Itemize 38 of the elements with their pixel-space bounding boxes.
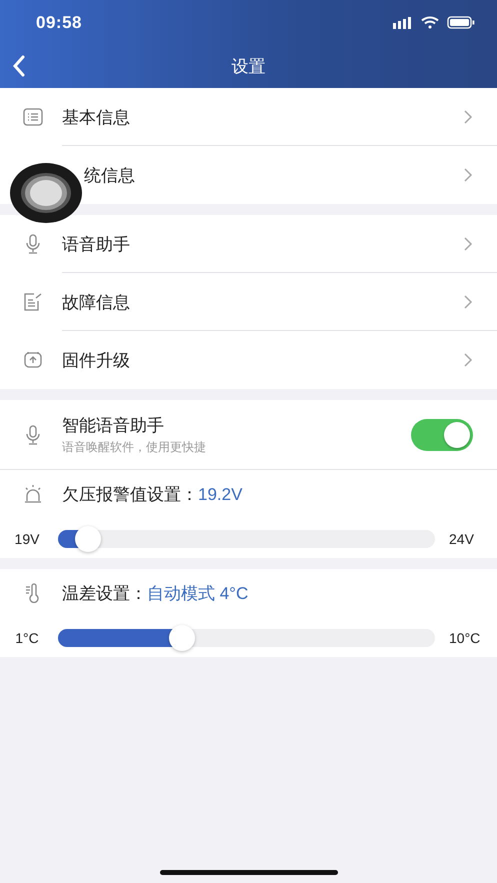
chevron-icon bbox=[463, 109, 473, 125]
list-icon bbox=[23, 108, 43, 126]
row-label: 智能语音助手 bbox=[62, 414, 165, 436]
alarm-icon bbox=[24, 484, 42, 504]
wifi-icon bbox=[421, 16, 439, 29]
chevron-icon bbox=[463, 236, 473, 252]
row-label: 故障信息 bbox=[62, 292, 131, 314]
chevron-icon bbox=[463, 352, 473, 368]
microphone-icon bbox=[25, 424, 41, 444]
battery-icon bbox=[447, 16, 475, 29]
upload-icon bbox=[23, 351, 43, 369]
slider-thumb[interactable] bbox=[75, 526, 102, 552]
slider-max-label: 10°C bbox=[449, 630, 482, 646]
slider-max-label: 24V bbox=[449, 531, 475, 547]
slider-thumb[interactable] bbox=[169, 625, 196, 651]
setting-label: 欠压报警值设置：19.2V bbox=[62, 484, 244, 506]
row-label: 基本信息 bbox=[62, 106, 131, 128]
chevron-icon bbox=[463, 294, 473, 310]
toggle-switch[interactable] bbox=[411, 418, 473, 450]
microphone-icon bbox=[25, 234, 41, 254]
setting-label: 温差设置：自动模式 4°C bbox=[62, 582, 250, 604]
settings-row[interactable]: 故障信息 bbox=[0, 273, 497, 331]
settings-row[interactable]: 语音助手 bbox=[0, 215, 497, 273]
slider-min-label: 19V bbox=[14, 531, 40, 547]
settings-row[interactable]: 基本信息 bbox=[0, 88, 497, 146]
settings-row[interactable]: 固件升级 bbox=[0, 331, 497, 389]
row-subtitle: 语音唤醒软件，使用更快捷 bbox=[62, 438, 207, 456]
document-edit-icon bbox=[23, 293, 43, 311]
chevron-icon bbox=[463, 167, 473, 183]
row-label: 语音助手 bbox=[62, 234, 131, 256]
slider-min-label: 1°C bbox=[14, 630, 40, 646]
row-label: 固件升级 bbox=[62, 350, 131, 372]
page-title: 设置 bbox=[232, 56, 266, 78]
settings-row[interactable]: 统信息 bbox=[0, 146, 497, 204]
signal-icon bbox=[393, 16, 413, 28]
assistive-touch-button[interactable] bbox=[10, 163, 82, 223]
row-label: 统信息 bbox=[84, 164, 136, 186]
status-time: 09:58 bbox=[36, 12, 82, 32]
